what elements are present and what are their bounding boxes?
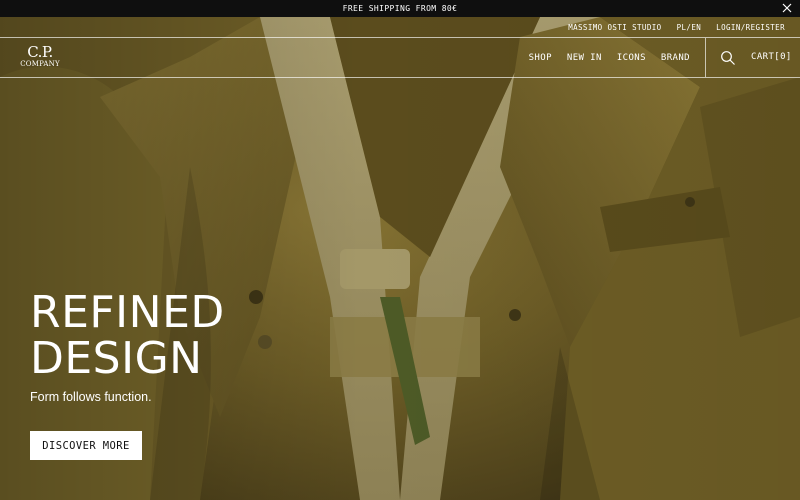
- cart-label: CART: [751, 52, 775, 62]
- brand-logo[interactable]: C.P. COMPANY: [18, 45, 62, 73]
- promo-bar: FREE SHIPPING FROM 80€: [0, 0, 800, 17]
- hero-headline-line2: DESIGN: [30, 333, 203, 384]
- hero-shade: [0, 17, 800, 500]
- locale-link[interactable]: PL/EN: [677, 23, 702, 32]
- search-icon[interactable]: [720, 50, 736, 66]
- utility-nav: MASSIMO OSTI STUDIO PL/EN LOGIN/REGISTER: [568, 17, 800, 37]
- hero-banner: [0, 17, 800, 500]
- promo-text: FREE SHIPPING FROM 80€: [342, 4, 458, 13]
- header-divider: [705, 38, 706, 77]
- primary-nav: SHOP NEW IN ICONS BRAND: [529, 38, 690, 77]
- login-register-link[interactable]: LOGIN/REGISTER: [716, 23, 785, 32]
- close-icon[interactable]: [780, 1, 794, 15]
- hero-headline: REFINED DESIGN: [30, 290, 225, 382]
- logo-wordmark: COMPANY: [20, 60, 60, 68]
- hero-subline: Form follows function.: [30, 390, 152, 404]
- nav-item-new-in[interactable]: NEW IN: [567, 53, 602, 63]
- discover-more-button[interactable]: DISCOVER MORE: [30, 431, 142, 460]
- studio-link[interactable]: MASSIMO OSTI STUDIO: [568, 23, 661, 32]
- hero-headline-line1: REFINED: [30, 287, 225, 338]
- nav-item-brand[interactable]: BRAND: [661, 53, 690, 63]
- nav-item-shop[interactable]: SHOP: [529, 53, 552, 63]
- main-header: C.P. COMPANY SHOP NEW IN ICONS BRAND CAR…: [0, 37, 800, 78]
- nav-item-icons[interactable]: ICONS: [617, 53, 646, 63]
- cart-link[interactable]: CART [0]: [751, 52, 792, 62]
- cart-count: [0]: [774, 52, 792, 62]
- logo-mark: C.P.: [27, 43, 53, 61]
